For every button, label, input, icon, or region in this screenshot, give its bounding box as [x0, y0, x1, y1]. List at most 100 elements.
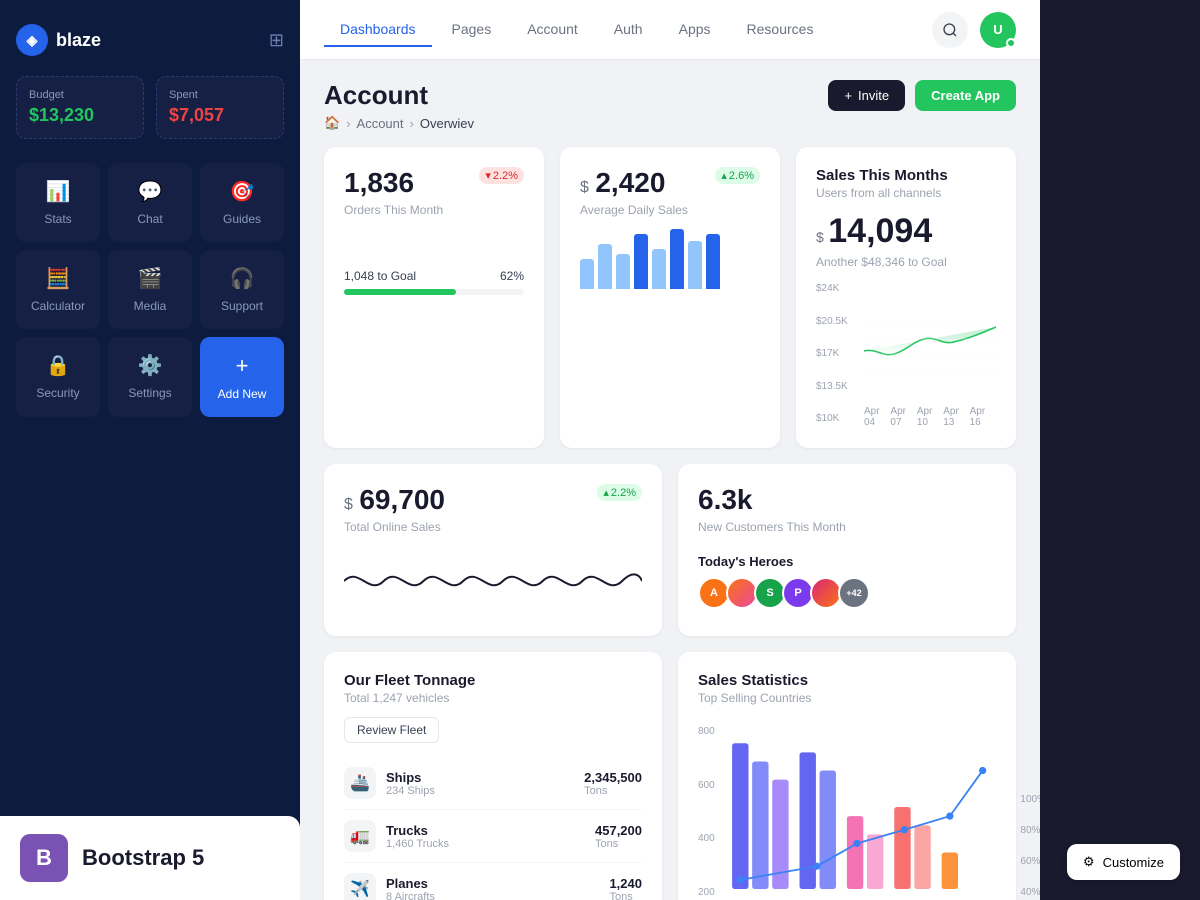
menu-icon[interactable]: ⊞ [269, 30, 284, 51]
sidebar-item-chat[interactable]: 💬 Chat [108, 163, 192, 242]
orders-card: 1,836 ▾ 2.2% Orders This Month 1,048 to … [324, 147, 544, 448]
sidebar-item-settings[interactable]: ⚙️ Settings [108, 337, 192, 417]
page-title: Account [324, 80, 474, 111]
nav-grid: 📊 Stats 💬 Chat 🎯 Guides 🧮 Calculator 🎬 M… [16, 163, 284, 417]
customize-button[interactable]: ⚙ Customize [1067, 844, 1180, 880]
ships-unit: Tons [584, 785, 642, 797]
stats-grid: 1,836 ▾ 2.2% Orders This Month 1,048 to … [324, 147, 1016, 448]
online-sales-card: $ 69,700 ▴ 2.2% Total Online Sales [324, 464, 662, 636]
sidebar-item-label: Calculator [31, 299, 85, 313]
hero-avatar-count: +42 [838, 577, 870, 609]
content-area: Account 🏠 › Account › Overwiev + Invite … [300, 60, 1040, 900]
sales-chart-body: 100% 80% 60% 40% [723, 717, 996, 900]
sidebar-header: ◈ blaze ⊞ [16, 16, 284, 76]
bar-2 [598, 244, 612, 289]
topnav-auth[interactable]: Auth [598, 13, 659, 47]
daily-sales-value: 2,420 [595, 167, 665, 198]
orders-value: 1,836 [344, 167, 414, 199]
topnav-links: Dashboards Pages Account Auth Apps Resou… [324, 13, 829, 47]
sidebar-item-add-new[interactable]: + Add New [200, 337, 284, 417]
right-panel: ⚙ Customize [1040, 0, 1200, 900]
topnav-dashboards[interactable]: Dashboards [324, 13, 432, 47]
bootstrap-label: Bootstrap 5 [82, 845, 204, 871]
budget-value: $13,230 [29, 105, 131, 126]
page-title-area: Account 🏠 › Account › Overwiev [324, 80, 474, 131]
sidebar-item-security[interactable]: 🔒 Security [16, 337, 100, 417]
invite-button[interactable]: + Invite [828, 80, 905, 111]
search-button[interactable] [932, 12, 968, 48]
online-sales-prefix: $ [344, 496, 353, 513]
fleet-title: Our Fleet Tonnage [344, 672, 642, 689]
sales-month-subtitle: Users from all channels [816, 186, 996, 200]
guides-icon: 🎯 [230, 179, 255, 204]
topnav-account[interactable]: Account [511, 13, 594, 47]
user-avatar[interactable]: U [980, 12, 1016, 48]
trucks-unit: Tons [595, 838, 642, 850]
user-status-dot [1006, 38, 1016, 48]
sales-chart-area: $24K $20.5K $17K $13.5K $10K [816, 279, 996, 428]
third-row: Our Fleet Tonnage Total 1,247 vehicles R… [324, 652, 1016, 900]
sales-month-card: Sales This Months Users from all channel… [796, 147, 1016, 448]
online-sales-badge: ▴ 2.2% [597, 484, 642, 501]
sidebar: ◈ blaze ⊞ Budget $13,230 Spent $7,057 📊 … [0, 0, 300, 900]
orders-progress-row: 1,048 to Goal 62% [344, 269, 524, 283]
invite-plus-icon: + [844, 88, 852, 103]
spent-label: Spent [169, 89, 271, 101]
sidebar-item-label: Chat [137, 212, 162, 226]
create-app-button[interactable]: Create App [915, 80, 1016, 111]
sales-month-title: Sales This Months [816, 167, 996, 184]
chart-body: Apr 04 Apr 07 Apr 10 Apr 13 Apr 16 [864, 279, 996, 428]
sidebar-item-label: Stats [44, 212, 71, 226]
breadcrumb-account[interactable]: Account [357, 116, 404, 131]
online-sales-top: $ 69,700 ▴ 2.2% [344, 484, 642, 516]
online-sales-value: 69,700 [359, 484, 445, 515]
sales-month-value: 14,094 [828, 212, 932, 250]
topnav: Dashboards Pages Account Auth Apps Resou… [300, 0, 1040, 60]
sidebar-item-media[interactable]: 🎬 Media [108, 250, 192, 329]
daily-sales-prefix: $ [580, 179, 589, 196]
sales-y-axis: 800 600 400 200 [698, 722, 715, 900]
ships-name: Ships [386, 770, 435, 785]
orders-progress-bar-fill [344, 289, 456, 295]
review-fleet-button[interactable]: Review Fleet [344, 717, 439, 743]
budget-card: Budget $13,230 [16, 76, 144, 139]
customers-top: 6.3k [698, 484, 996, 516]
bootstrap-badge: B Bootstrap 5 [0, 816, 300, 900]
sidebar-item-support[interactable]: 🎧 Support [200, 250, 284, 329]
wave-chart [344, 546, 642, 616]
customize-icon: ⚙ [1083, 854, 1095, 870]
sales-pct-axis: 100% 80% 60% 40% [1020, 717, 1040, 900]
orders-change-badge: ▾ 2.2% [479, 167, 524, 184]
bar-1 [580, 259, 594, 289]
topnav-resources[interactable]: Resources [731, 13, 830, 47]
orders-progress-bar-bg [344, 289, 524, 295]
ships-icon: 🚢 [344, 767, 376, 799]
daily-sales-label: Average Daily Sales [580, 203, 760, 217]
sidebar-item-guides[interactable]: 🎯 Guides [200, 163, 284, 242]
logo-icon: ◈ [16, 24, 48, 56]
topnav-right: U [932, 12, 1016, 48]
logo-area: ◈ blaze [16, 24, 101, 56]
bar-5 [652, 249, 666, 289]
breadcrumb-home[interactable]: 🏠 [324, 115, 340, 131]
sidebar-item-stats[interactable]: 📊 Stats [16, 163, 100, 242]
fleet-item-trucks: 🚛 Trucks 1,460 Trucks 457,200 Tons [344, 810, 642, 863]
fleet-subtitle: Total 1,247 vehicles [344, 691, 642, 705]
daily-sales-change-badge: ▴ 2.6% [715, 167, 760, 184]
sidebar-item-calculator[interactable]: 🧮 Calculator [16, 250, 100, 329]
sidebar-item-label: Media [134, 299, 167, 313]
orders-label: Orders This Month [344, 203, 524, 217]
customers-card: 6.3k New Customers This Month Today's He… [678, 464, 1016, 636]
sidebar-item-label: Add New [218, 387, 267, 401]
bar-8 [706, 234, 720, 289]
sales-goal-text: Another $48,346 to Goal [816, 255, 996, 269]
second-row: $ 69,700 ▴ 2.2% Total Online Sales [324, 464, 1016, 636]
topnav-pages[interactable]: Pages [436, 13, 508, 47]
calculator-icon: 🧮 [46, 266, 71, 291]
sidebar-item-label: Security [36, 386, 79, 400]
orders-goal-pct: 62% [500, 269, 524, 283]
fleet-list: 🚢 Ships 234 Ships 2,345,500 Tons [344, 757, 642, 900]
sidebar-item-label: Settings [128, 386, 171, 400]
topnav-apps[interactable]: Apps [663, 13, 727, 47]
orders-top: 1,836 ▾ 2.2% [344, 167, 524, 199]
